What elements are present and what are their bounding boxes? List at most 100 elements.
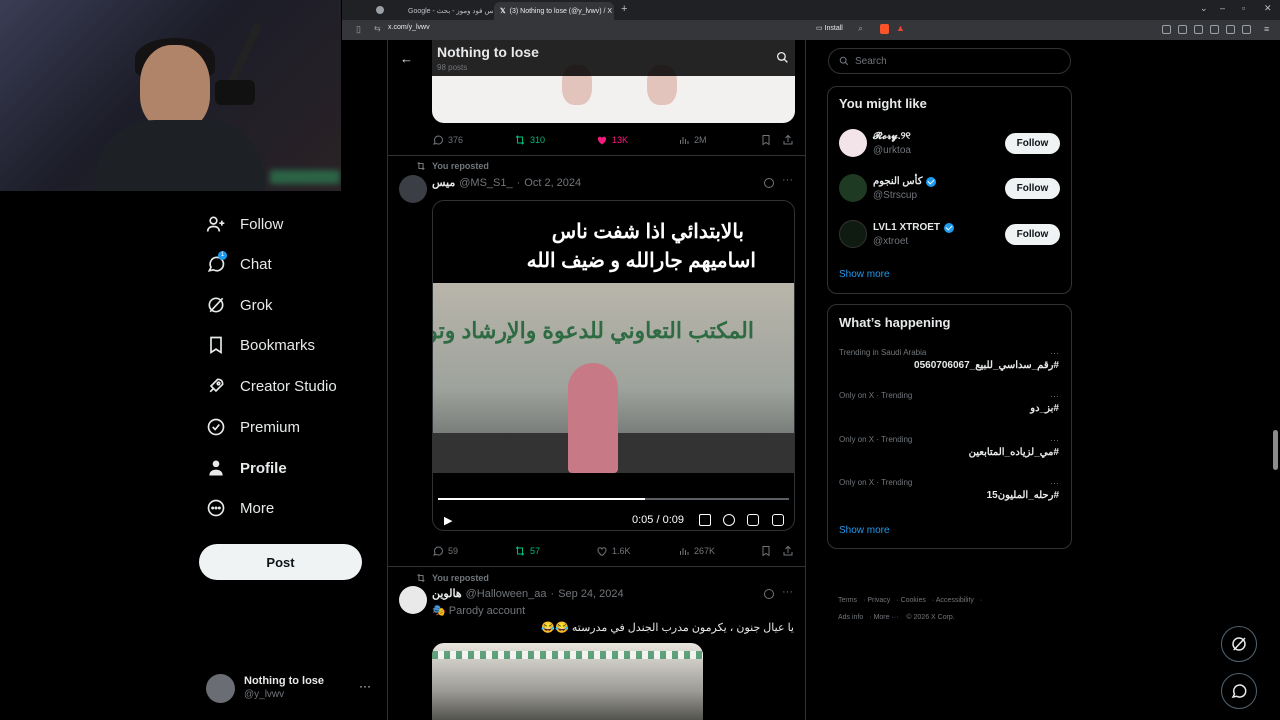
more-options-icon[interactable]: ···: [1050, 348, 1059, 358]
back-arrow-icon[interactable]: ←: [400, 51, 413, 66]
nav-item-chat[interactable]: 1 Chat: [206, 251, 272, 276]
footer-link-terms[interactable]: Terms: [838, 597, 857, 604]
grok-icon[interactable]: [764, 589, 774, 599]
analytics-icon: [680, 548, 689, 555]
settings-gear-icon[interactable]: [723, 514, 735, 526]
video-progress-bar[interactable]: [438, 498, 789, 500]
wallet-icon[interactable]: [1210, 25, 1219, 34]
trend-item[interactable]: Only on X · Trending ··· #رحله_المليون15: [839, 478, 1059, 508]
new-tab-icon[interactable]: +: [621, 3, 627, 15]
url-field[interactable]: x.com/y_lvwv: [388, 24, 430, 31]
browser-tab-x[interactable]: 𝕏 (3) Nothing to lose (@y_lvwv) / X ✕: [494, 2, 614, 20]
nav-item-premium[interactable]: Premium: [206, 415, 300, 439]
follow-button[interactable]: Follow: [1005, 178, 1060, 199]
shield-icon[interactable]: [1226, 25, 1235, 34]
views-button[interactable]: 2M: [678, 134, 707, 146]
install-button[interactable]: ▭ Install: [816, 24, 843, 32]
nav-item-creator-studio[interactable]: Creator Studio: [206, 374, 337, 398]
nav-item-more[interactable]: More: [206, 496, 274, 520]
avatar: [839, 129, 867, 157]
grok-fab-button[interactable]: [1221, 626, 1257, 662]
site-info-icon[interactable]: ⇆: [374, 24, 381, 33]
scrollbar[interactable]: [1273, 430, 1278, 470]
picture-in-picture-icon[interactable]: [747, 514, 759, 526]
nav-item-bookmarks[interactable]: Bookmarks: [206, 333, 315, 357]
nav-item-profile[interactable]: Profile: [206, 456, 287, 480]
menu-icon[interactable]: ≡: [1264, 24, 1269, 34]
repost-button[interactable]: 310: [514, 134, 545, 146]
share-button[interactable]: [782, 545, 794, 557]
like-button[interactable]: 13K: [596, 134, 628, 146]
nav-item-follow[interactable]: Follow: [206, 212, 283, 236]
volume-icon[interactable]: [699, 514, 711, 526]
reply-button[interactable]: 376: [432, 134, 463, 146]
share-button[interactable]: [782, 134, 794, 146]
browser-tab-google[interactable]: Google - ريلاكس فود وموز - بحث: [398, 2, 493, 20]
author-name[interactable]: ميس: [432, 176, 455, 189]
you-might-like-panel: You might like 𝓡𝓸𝓻𝔂.୨୧ @urktoa Follow كأ…: [827, 86, 1072, 294]
close-window-icon[interactable]: ✕: [1264, 3, 1272, 14]
follow-button[interactable]: Follow: [1005, 133, 1060, 154]
tweet-media-image[interactable]: [432, 643, 703, 720]
footer-link-cookies[interactable]: Cookies: [901, 597, 926, 604]
bookmark-button[interactable]: [760, 545, 772, 557]
search-input[interactable]: Search: [828, 48, 1071, 74]
bookmark-star-icon[interactable]: ▯: [356, 24, 361, 35]
post-button[interactable]: Post: [199, 544, 362, 580]
repost-indicator: You reposted: [416, 573, 489, 583]
author-handle[interactable]: @MS_S1_: [459, 177, 512, 189]
views-button[interactable]: 267K: [678, 545, 715, 557]
tab-search-icon[interactable]: ⌄: [1200, 3, 1208, 14]
more-options-icon[interactable]: ···: [782, 174, 793, 186]
footer-link-ads[interactable]: Ads info: [838, 614, 863, 621]
extension-brave-icon[interactable]: [880, 24, 889, 34]
reply-button[interactable]: 59: [432, 545, 458, 557]
vpn-icon[interactable]: [1242, 25, 1251, 34]
sidebar-icon[interactable]: [1194, 25, 1203, 34]
more-options-icon[interactable]: ···: [782, 586, 793, 598]
follow-button[interactable]: Follow: [1005, 224, 1060, 245]
trend-item[interactable]: Only on X · Trending ··· #بز_دو: [839, 391, 1059, 421]
avatar[interactable]: [399, 175, 427, 203]
suggested-user[interactable]: LVL1 XTROET @xtroet Follow: [839, 220, 1060, 250]
repost-indicator: You reposted: [416, 161, 489, 171]
repost-button[interactable]: 57: [514, 545, 540, 557]
trend-item[interactable]: Trending in Saudi Arabia ··· #رقم_سداسي_…: [839, 348, 1059, 378]
more-options-icon[interactable]: ···: [359, 679, 371, 693]
show-more-link[interactable]: Show more: [839, 269, 890, 280]
verified-icon: [926, 176, 937, 187]
suggested-user[interactable]: 𝓡𝓸𝓻𝔂.୨୧ @urktoa Follow: [839, 129, 1060, 159]
footer-link-more[interactable]: More ···: [874, 614, 899, 621]
more-options-icon[interactable]: ···: [1050, 391, 1059, 401]
trend-item[interactable]: Only on X · Trending ··· #مي_لزياده_المت…: [839, 435, 1059, 465]
extension-warning-icon[interactable]: ▲: [896, 23, 905, 33]
maximize-icon[interactable]: ▫: [1242, 3, 1245, 13]
search-icon[interactable]: [776, 51, 789, 64]
footer-link-accessibility[interactable]: Accessibility: [936, 597, 974, 604]
media-icon[interactable]: [1178, 25, 1187, 34]
bookmark-button[interactable]: [760, 134, 772, 146]
more-options-icon[interactable]: ···: [1050, 435, 1059, 445]
more-options-icon[interactable]: ···: [1050, 478, 1059, 488]
divider: [388, 566, 805, 567]
footer-link-privacy[interactable]: Privacy: [867, 597, 890, 604]
suggested-user[interactable]: كأس النجوم @Strscup Follow: [839, 174, 1060, 204]
video-player[interactable]: بالابتدائي اذا شفت ناس اساميهم جارالله و…: [432, 200, 795, 531]
tweet-author: ميس @MS_S1_ · Oct 2, 2024: [432, 176, 582, 190]
account-switcher[interactable]: Nothing to lose @y_lvwv ···: [206, 674, 376, 704]
tweet-date[interactable]: Sep 24, 2024: [558, 588, 623, 600]
fullscreen-icon[interactable]: [772, 514, 784, 526]
author-handle[interactable]: @Halloween_aa: [466, 588, 547, 600]
extensions-icon[interactable]: [1162, 25, 1171, 34]
play-icon[interactable]: ▶: [444, 514, 452, 527]
minimize-icon[interactable]: –: [1220, 3, 1225, 13]
messages-fab-button[interactable]: [1221, 673, 1257, 709]
avatar[interactable]: [399, 586, 427, 614]
show-more-link[interactable]: Show more: [839, 525, 890, 536]
grok-icon[interactable]: [764, 178, 774, 188]
author-name[interactable]: هالوين: [432, 587, 462, 600]
zoom-icon[interactable]: ⌕: [858, 23, 863, 34]
nav-item-grok[interactable]: Grok: [206, 293, 273, 317]
like-button[interactable]: 1.6K: [596, 545, 631, 557]
tweet-date[interactable]: Oct 2, 2024: [524, 177, 581, 189]
